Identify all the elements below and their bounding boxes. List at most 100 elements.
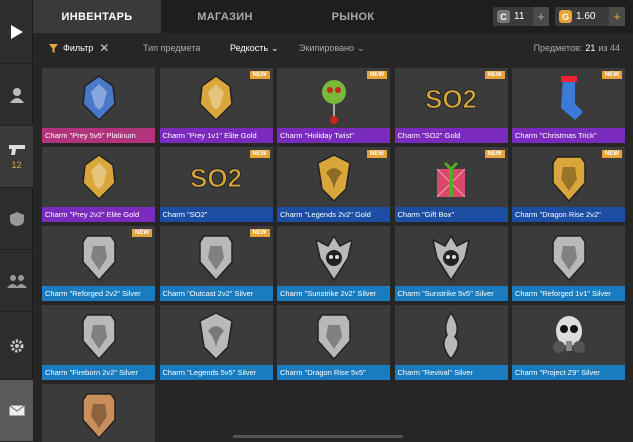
item-name: Charm "Prey 5v5" Platinum bbox=[42, 128, 155, 143]
profile-button[interactable] bbox=[0, 64, 33, 126]
settings-button[interactable] bbox=[0, 312, 33, 380]
item-image bbox=[512, 305, 625, 365]
item-image bbox=[277, 305, 390, 365]
item-card[interactable]: NEW Charm "Legends 2v2" Gold bbox=[277, 147, 390, 222]
item-card[interactable]: NEW Charm "Christmas Trick" bbox=[512, 68, 625, 143]
item-name: Charm "Dragon Rise 2v2" bbox=[512, 207, 625, 222]
filter-button[interactable]: Фильтр ✕ bbox=[49, 33, 109, 63]
gasmask-icon bbox=[552, 316, 585, 353]
item-image bbox=[277, 226, 390, 286]
add-gold-button[interactable]: + bbox=[609, 7, 625, 26]
tab-inventory[interactable]: ИНВЕНТАРЬ bbox=[33, 0, 161, 33]
shield-emblem-icon bbox=[199, 235, 233, 282]
clan-emblem-icon bbox=[9, 211, 24, 226]
user-icon bbox=[9, 87, 24, 103]
gold-currency-icon: G bbox=[559, 10, 572, 23]
item-name: Charm "Legends 2v2" Gold bbox=[277, 207, 390, 222]
item-card[interactable]: NEW Charm "Reforged 2v2" Silver bbox=[42, 226, 155, 301]
new-badge: NEW bbox=[484, 71, 505, 79]
item-name: Charm "Prey 1v1" Elite Gold bbox=[159, 128, 273, 143]
rarity-dropdown[interactable]: Редкость ⌄ bbox=[230, 33, 279, 63]
item-name: Charm "Project Z9" Silver bbox=[512, 365, 625, 380]
item-card[interactable]: Charm "Revival" Silver bbox=[394, 305, 508, 380]
item-name: Charm "Fireborn 2v2" Silver bbox=[42, 365, 155, 380]
tab-market[interactable]: РЫНОК bbox=[289, 0, 417, 33]
item-card[interactable]: NEW Charm "Gift Box" bbox=[394, 147, 508, 222]
item-image bbox=[395, 305, 508, 365]
item-name: Charm "Reforged 1v1" Silver bbox=[512, 286, 625, 301]
equipped-label: Экипировано bbox=[299, 43, 355, 53]
equipped-dropdown[interactable]: Экипировано ⌄ bbox=[299, 33, 365, 63]
crowns-balance: C 11 + bbox=[493, 7, 549, 26]
inventory-screen: { "sidebar":{"weapons_count":"12"}, "tab… bbox=[0, 0, 633, 442]
mail-icon bbox=[8, 405, 25, 416]
funnel-icon bbox=[49, 43, 58, 53]
add-crowns-button[interactable]: + bbox=[533, 7, 549, 26]
item-name: Charm "Sunstrike 5v5" Silver bbox=[394, 286, 508, 301]
item-card[interactable]: Charm "Project Z9" Silver bbox=[512, 305, 625, 380]
item-card[interactable]: Charm "Prey 2v2" Elite Gold bbox=[42, 147, 155, 222]
item-image bbox=[42, 147, 155, 207]
item-image bbox=[395, 226, 508, 286]
items-count-value: 21 bbox=[585, 43, 596, 53]
item-type-dropdown[interactable]: Тип предмета bbox=[143, 33, 200, 63]
clear-filter-icon[interactable]: ✕ bbox=[99, 41, 109, 55]
item-card[interactable]: Charm "Legends 5v5" Silver bbox=[159, 305, 273, 380]
play-button[interactable] bbox=[0, 0, 33, 64]
item-card[interactable]: NEW Charm "Outcast 2v2" Silver bbox=[159, 226, 273, 301]
item-name: Charm "Gift Box" bbox=[394, 207, 508, 222]
item-image bbox=[42, 305, 155, 365]
item-card[interactable]: Charm "Sunstrike 5v5" Silver bbox=[394, 226, 508, 301]
new-badge: NEW bbox=[249, 229, 270, 237]
item-image bbox=[512, 226, 625, 286]
item-image bbox=[160, 305, 273, 365]
item-card[interactable]: SO2 NEW Charm "SO2" Gold bbox=[394, 68, 508, 143]
item-card[interactable]: SO2 NEW Charm "SO2" bbox=[159, 147, 273, 222]
items-count: Предметов: 21 из 44 bbox=[534, 33, 620, 63]
wolf-emblem-icon bbox=[199, 75, 233, 122]
item-card[interactable]: Charm "Reforged 1v1" Silver bbox=[512, 226, 625, 301]
new-badge: NEW bbox=[367, 71, 387, 79]
item-card[interactable]: Charm "Prey 5v5" Platinum bbox=[42, 68, 155, 143]
gift-box-icon bbox=[436, 161, 466, 198]
item-name: Charm "Reforged 2v2" Silver bbox=[42, 286, 155, 301]
tab-shop[interactable]: МАГАЗИН bbox=[161, 0, 289, 33]
item-card[interactable]: NEW Charm "Dragon Rise 2v2" bbox=[512, 147, 625, 222]
holiday-ornament-icon bbox=[321, 80, 346, 124]
item-card[interactable]: Charm "Dragon Rise 5v5" bbox=[277, 305, 390, 380]
friends-button[interactable] bbox=[0, 250, 33, 312]
shield-emblem-icon bbox=[81, 314, 116, 361]
weapons-count: 12 bbox=[11, 159, 22, 170]
weapons-button[interactable]: 12 bbox=[0, 126, 33, 188]
item-name: Charm "SO2" Gold bbox=[394, 128, 508, 143]
new-badge: NEW bbox=[249, 71, 270, 79]
scrollbar[interactable] bbox=[233, 435, 403, 438]
item-name: Charm "Outcast 2v2" Silver bbox=[159, 286, 273, 301]
new-badge: NEW bbox=[367, 150, 387, 158]
dragon-emblem-icon bbox=[316, 154, 351, 203]
svg-text:SO2: SO2 bbox=[190, 163, 242, 193]
item-card[interactable]: Charm "Sunstrike 2v2" Silver bbox=[277, 226, 390, 301]
new-badge: NEW bbox=[132, 229, 152, 237]
sidebar: 12 bbox=[0, 0, 33, 442]
svg-text:SO2: SO2 bbox=[425, 84, 477, 114]
mail-button[interactable] bbox=[0, 380, 33, 442]
item-card[interactable]: Charm "Fireborn 2v2" Silver bbox=[42, 305, 155, 380]
shield-emblem-icon bbox=[81, 235, 116, 282]
item-image bbox=[42, 384, 155, 442]
friends-icon bbox=[6, 274, 27, 288]
top-bar: ИНВЕНТАРЬ МАГАЗИН РЫНОК C 11 + G 1.60 + bbox=[33, 0, 633, 33]
item-card[interactable]: NEW Charm "Holiday Twist" bbox=[277, 68, 390, 143]
new-badge: NEW bbox=[484, 150, 505, 158]
filter-bar: Фильтр ✕ Тип предмета Редкость ⌄ Экипиро… bbox=[33, 33, 633, 63]
stocking-icon bbox=[560, 76, 583, 120]
item-card[interactable] bbox=[42, 384, 155, 442]
shield-emblem-icon bbox=[81, 393, 116, 440]
gear-icon bbox=[10, 339, 23, 352]
wolf-emblem-icon bbox=[81, 154, 116, 201]
clan-button[interactable] bbox=[0, 188, 33, 250]
gold-balance: G 1.60 + bbox=[555, 7, 625, 26]
item-card[interactable]: NEW Charm "Prey 1v1" Elite Gold bbox=[159, 68, 273, 143]
new-badge: NEW bbox=[602, 71, 622, 79]
item-name: Charm "Holiday Twist" bbox=[277, 128, 390, 143]
